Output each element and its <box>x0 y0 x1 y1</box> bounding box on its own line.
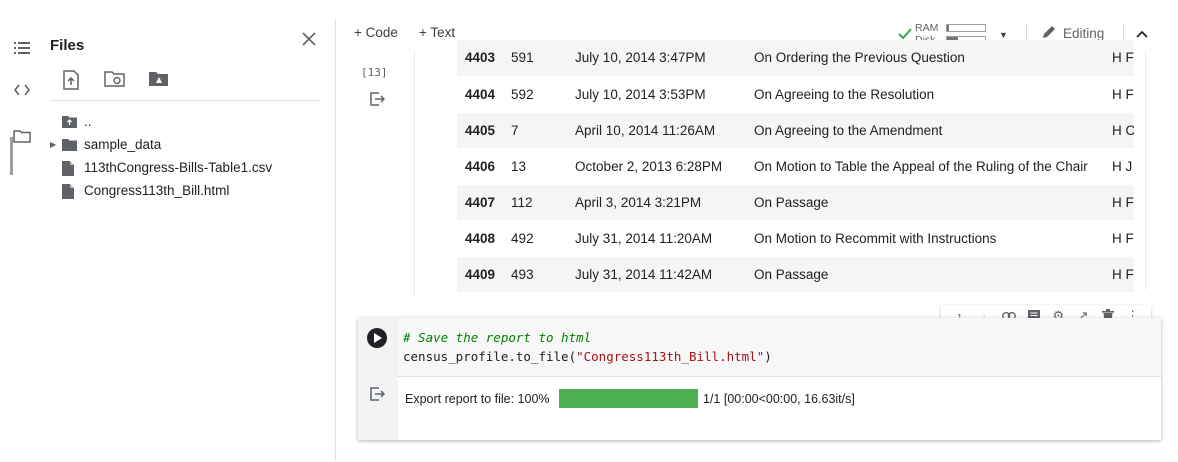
editing-label: Editing <box>1063 26 1105 41</box>
upload-file-icon[interactable] <box>62 70 84 92</box>
file-tree: .. ▶ sample_data 113thCongress-Bills-Tab… <box>50 110 330 202</box>
cell-date: April 10, 2014 11:26AM <box>567 112 747 149</box>
cell-index: 4409 <box>457 256 504 292</box>
file-icon <box>62 160 76 176</box>
chevron-down-icon[interactable]: ▼ <box>999 30 1008 40</box>
cell-date: July 10, 2014 3:53PM <box>567 76 747 113</box>
cell-output: Export report to file: 100% 1/1 [00:00<0… <box>398 376 1161 440</box>
table-row: 4404 592 July 10, 2014 3:53PM On Agreeing t… <box>457 76 1134 113</box>
left-rail <box>0 20 40 460</box>
code-comment: # Save the report to html <box>403 330 592 345</box>
files-folder-icon[interactable] <box>12 126 32 146</box>
cell-extra: H C <box>1104 112 1134 149</box>
cell-gutter <box>358 318 398 440</box>
cell-num: 112 <box>503 184 568 221</box>
folder-up-icon <box>62 115 77 129</box>
cell-extra: H F <box>1104 220 1134 257</box>
cell-date: July 10, 2014 3:47PM <box>567 40 747 77</box>
tree-item-sample-data[interactable]: ▶ sample_data <box>50 133 330 156</box>
progress-label: Export report to file: 100% <box>405 392 550 406</box>
cell-question: On Passage <box>746 256 1105 292</box>
cell-question: On Agreeing to the Resolution <box>746 76 1105 113</box>
add-code-button[interactable]: + Code <box>354 25 398 40</box>
cell-date: October 2, 2013 6:28PM <box>567 148 747 185</box>
tree-item-label: .. <box>84 114 92 129</box>
cell-index: 4406 <box>457 148 504 185</box>
add-text-button[interactable]: + Text <box>419 25 455 40</box>
cell-index: 4407 <box>457 184 504 221</box>
cell-question: On Ordering the Previous Question <box>746 40 1105 77</box>
expand-arrow-icon[interactable]: ▶ <box>50 140 62 149</box>
folder-icon <box>62 138 77 152</box>
code-cell[interactable]: # Save the report to html census_profile… <box>358 318 1161 440</box>
tree-item-parent[interactable]: .. <box>50 110 330 133</box>
table-row: 4407 112 April 3, 2014 3:21PM On Passage H F <box>457 184 1134 221</box>
ram-usage-bar <box>946 24 986 32</box>
cell-extra: H J <box>1104 148 1134 185</box>
cell-extra: H F <box>1104 76 1134 113</box>
progress-stats: 1/1 [00:00<00:00, 16.63it/s] <box>703 392 855 406</box>
file-icon <box>62 183 76 199</box>
cell-index: 4405 <box>457 112 504 149</box>
run-cell-button[interactable] <box>367 328 387 348</box>
code-call: census_profile.to_file( <box>403 349 577 364</box>
cell-extra: H F <box>1104 256 1134 292</box>
output-arrow-icon[interactable] <box>369 386 386 402</box>
output-arrow-icon[interactable] <box>369 91 386 107</box>
cell-date: July 31, 2014 11:42AM <box>567 256 747 292</box>
tree-item-label: sample_data <box>84 137 162 152</box>
cell-extra: H F <box>1104 184 1134 221</box>
cell-num: 591 <box>503 40 568 77</box>
mount-drive-icon[interactable] <box>148 70 170 92</box>
code-snippets-icon[interactable] <box>12 80 32 100</box>
cell-index: 4408 <box>457 220 504 257</box>
cell-date: July 31, 2014 11:20AM <box>567 220 747 257</box>
close-icon[interactable] <box>301 31 321 51</box>
data-table: 4403 591 July 10, 2014 3:47PM On Ordering t… <box>457 40 1134 292</box>
files-separator <box>50 100 320 101</box>
execution-count: [13] <box>361 66 388 79</box>
cell-question: On Motion to Recommit with Instructions <box>746 220 1105 257</box>
table-row: 4403 591 July 10, 2014 3:47PM On Ordering t… <box>457 40 1134 77</box>
table-row: 4409 493 July 31, 2014 11:42AM On Passage H … <box>457 256 1134 292</box>
refresh-folder-icon[interactable] <box>104 70 126 92</box>
code-editor[interactable]: # Save the report to html census_profile… <box>398 318 1161 376</box>
tree-item-label: 113thCongress-Bills-Table1.csv <box>84 160 273 175</box>
cell-index: 4404 <box>457 76 504 113</box>
cell-extra: H F <box>1104 40 1134 77</box>
cell-divider <box>414 50 415 296</box>
cell-date: April 3, 2014 3:21PM <box>567 184 747 221</box>
dataframe-output: 4403 591 July 10, 2014 3:47PM On Ordering t… <box>457 40 1134 292</box>
table-row: 4405 7 April 10, 2014 11:26AM On Agreeing t… <box>457 112 1134 149</box>
code-statement: census_profile.to_file("Congress113th_Bi… <box>403 349 772 364</box>
cell-num: 7 <box>503 112 568 149</box>
code-call-close: ) <box>764 349 772 364</box>
cell-num: 493 <box>503 256 568 292</box>
cell-question: On Agreeing to the Amendment <box>746 112 1105 149</box>
cell-num: 13 <box>503 148 568 185</box>
tree-item-label: Congress113th_Bill.html <box>84 183 230 198</box>
cell-question: On Passage <box>746 184 1105 221</box>
cell-num: 592 <box>503 76 568 113</box>
files-panel: Files .. ▶ sample_data 113thCongress-Bil… <box>40 20 336 460</box>
files-toolbar <box>62 70 182 94</box>
cell-index: 4403 <box>457 40 504 77</box>
cell-num: 492 <box>503 220 568 257</box>
table-of-contents-icon[interactable] <box>12 38 32 58</box>
files-panel-title: Files <box>50 37 85 54</box>
tree-item-csv-file[interactable]: 113thCongress-Bills-Table1.csv <box>50 156 330 179</box>
code-string-literal: "Congress113th_Bill.html" <box>576 349 765 364</box>
progress-bar <box>559 389 698 408</box>
tree-item-html-file[interactable]: Congress113th_Bill.html <box>50 179 330 202</box>
chevron-up-icon[interactable] <box>1135 27 1151 43</box>
table-row: 4408 492 July 31, 2014 11:20AM On Motion to… <box>457 220 1134 257</box>
table-row: 4406 13 October 2, 2013 6:28PM On Motion to… <box>457 148 1134 185</box>
table-scroll-edge <box>1145 50 1146 290</box>
cell-question: On Motion to Table the Appeal of the Rul… <box>746 148 1105 185</box>
ram-label: RAM <box>915 22 939 34</box>
